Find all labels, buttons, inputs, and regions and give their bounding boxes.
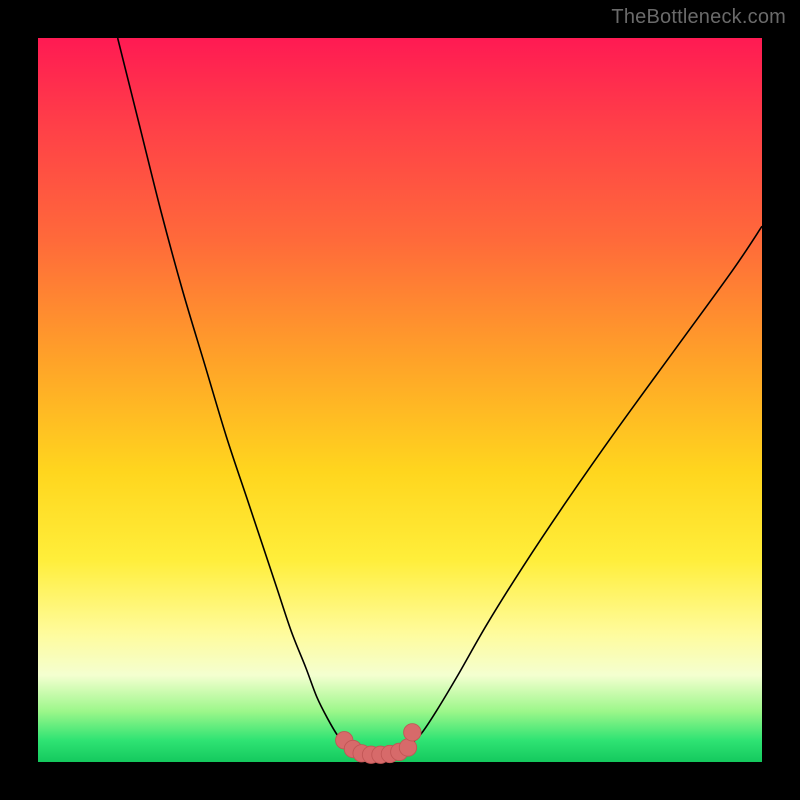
curve-right [411, 226, 762, 744]
chart-svg [38, 38, 762, 762]
marker-point [404, 724, 421, 741]
watermark-text: TheBottleneck.com [611, 6, 786, 29]
chart-frame: TheBottleneck.com [0, 0, 800, 800]
curve-left [118, 38, 350, 748]
marker-point [399, 739, 416, 756]
plot-area [38, 38, 762, 762]
bottom-markers [336, 724, 421, 764]
